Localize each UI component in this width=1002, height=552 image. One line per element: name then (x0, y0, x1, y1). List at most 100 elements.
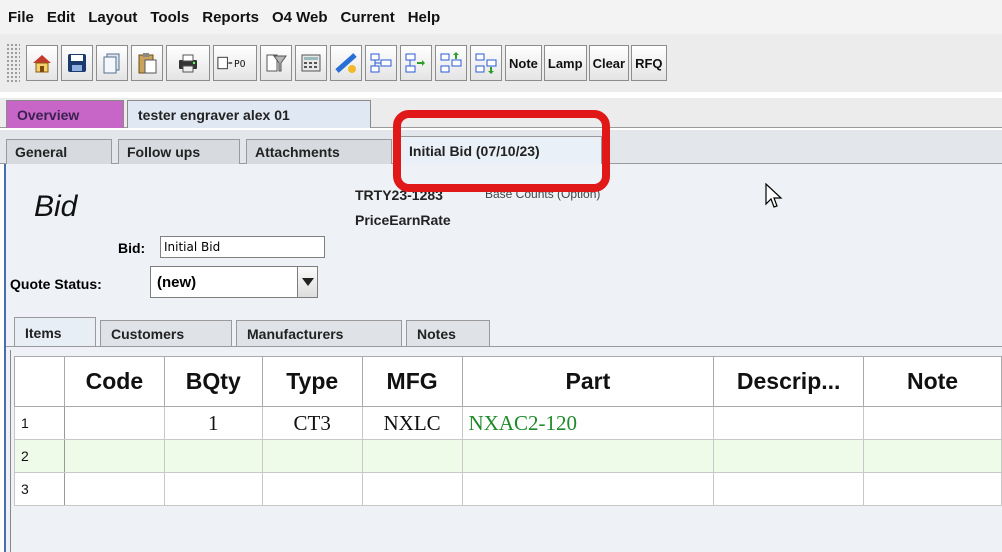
copy-icon (103, 53, 120, 74)
table-row[interactable]: 3 (14, 472, 1002, 506)
quote-status-select[interactable]: (new) (150, 266, 318, 298)
paste-icon (138, 53, 157, 74)
cell-mfg[interactable]: NXLC (361, 406, 463, 440)
chevron-down-icon[interactable] (297, 267, 317, 297)
cell-code[interactable] (63, 439, 165, 473)
cell-note[interactable] (863, 439, 1002, 473)
price-earn-rate: PriceEarnRate (355, 212, 451, 228)
filter-button[interactable] (260, 45, 292, 81)
cell-description[interactable] (713, 439, 865, 473)
cell-part[interactable] (461, 472, 715, 506)
note-button[interactable]: Note (505, 45, 542, 81)
menu-help[interactable]: Help (408, 9, 441, 26)
bid-label: Bid: (118, 240, 146, 256)
quote-status-label: Quote Status: (10, 276, 102, 292)
cell-bqty[interactable] (163, 439, 263, 473)
home-button[interactable] (26, 45, 58, 81)
calculator-icon (301, 54, 321, 72)
row-number: 3 (14, 472, 65, 506)
bid-input[interactable] (160, 236, 325, 258)
toolbar-grip[interactable] (6, 43, 20, 83)
cell-part[interactable] (461, 439, 715, 473)
move-down-button[interactable] (470, 45, 502, 81)
cell-type[interactable] (261, 472, 363, 506)
menu-tools[interactable]: Tools (150, 9, 189, 26)
cell-type[interactable] (261, 439, 363, 473)
save-button[interactable] (61, 45, 93, 81)
toolbar: PO Note Lamp Clear RFQ (0, 34, 1002, 92)
row-number: 1 (14, 406, 65, 440)
menu-reports[interactable]: Reports (202, 9, 259, 26)
column-header-bqty[interactable]: BQty (163, 356, 263, 407)
bid-title: Bid (34, 190, 78, 223)
move-right-button[interactable] (400, 45, 432, 81)
tab-notes[interactable]: Notes (406, 320, 490, 346)
base-counts-label: Base Counts (Option) (485, 187, 601, 201)
po-icon: PO (217, 56, 246, 70)
menu-layout[interactable]: Layout (88, 9, 137, 26)
move-down-icon (475, 53, 497, 74)
items-table: Code BQty Type MFG Part Descrip... Note … (14, 356, 1002, 506)
rfq-button[interactable]: RFQ (631, 45, 667, 81)
cell-bqty[interactable] (163, 472, 263, 506)
column-header-type[interactable]: Type (261, 356, 363, 407)
cell-part[interactable]: NXAC2-120 (461, 406, 715, 440)
menu-edit[interactable]: Edit (47, 9, 75, 26)
home-icon (33, 55, 51, 73)
bid-code: TRTY23-1283 (355, 187, 443, 203)
svg-text:PO: PO (234, 59, 246, 70)
tab-manufacturers[interactable]: Manufacturers (236, 320, 402, 346)
calculator-button[interactable] (295, 45, 327, 81)
tab-tester-engraver[interactable]: tester engraver alex 01 (127, 100, 371, 128)
tab-attachments[interactable]: Attachments (246, 139, 392, 164)
menu-current[interactable]: Current (341, 9, 395, 26)
column-header-note[interactable]: Note (863, 356, 1002, 407)
report-button[interactable] (330, 45, 362, 81)
menu-o4web[interactable]: O4 Web (272, 9, 328, 26)
tab-items[interactable]: Items (14, 317, 96, 347)
move-left-icon (370, 53, 392, 73)
cell-type[interactable]: CT3 (261, 406, 363, 440)
save-icon (68, 54, 86, 72)
move-up-icon (440, 52, 462, 73)
column-header-part[interactable]: Part (461, 356, 715, 407)
cell-mfg[interactable] (361, 472, 463, 506)
print-button[interactable] (166, 45, 210, 81)
outer-tab-bar: Overview tester engraver alex 01 (0, 98, 1002, 128)
tab-overview[interactable]: Overview (6, 100, 124, 128)
print-icon (179, 54, 197, 73)
move-up-button[interactable] (435, 45, 467, 81)
table-row[interactable]: 2 (14, 439, 1002, 473)
cell-description[interactable] (713, 472, 865, 506)
column-header-description[interactable]: Descrip... (713, 356, 865, 407)
column-header-code[interactable]: Code (63, 356, 165, 407)
tab-initial-bid[interactable]: Initial Bid (07/10/23) (400, 136, 602, 165)
cell-code[interactable] (63, 472, 165, 506)
subtab-divider (6, 346, 1002, 347)
cell-mfg[interactable] (361, 439, 463, 473)
copy-button[interactable] (96, 45, 128, 81)
lamp-button[interactable]: Lamp (543, 45, 587, 81)
report-icon (335, 53, 357, 73)
tab-customers[interactable]: Customers (100, 320, 232, 346)
cell-note[interactable] (863, 406, 1002, 440)
tab-general[interactable]: General (6, 139, 112, 164)
filter-icon (266, 54, 287, 72)
menu-bar: File Edit Layout Tools Reports O4 Web Cu… (0, 0, 1002, 34)
po-button[interactable]: PO (213, 45, 257, 81)
table-row[interactable]: 1 1 CT3 NXLC NXAC2-120 (14, 406, 1002, 440)
mouse-cursor-icon (765, 183, 783, 208)
menu-file[interactable]: File (8, 9, 34, 26)
paste-button[interactable] (131, 45, 163, 81)
clear-button[interactable]: Clear (588, 45, 630, 81)
cell-note[interactable] (863, 472, 1002, 506)
row-number: 2 (14, 439, 65, 473)
cell-description[interactable] (713, 406, 865, 440)
column-header-mfg[interactable]: MFG (361, 356, 463, 407)
cell-bqty[interactable]: 1 (163, 406, 263, 440)
move-right-icon (405, 53, 425, 73)
tab-follow-ups[interactable]: Follow ups (118, 139, 240, 164)
cell-code[interactable] (63, 406, 165, 440)
move-left-button[interactable] (365, 45, 397, 81)
column-header-rownum[interactable] (14, 356, 65, 407)
